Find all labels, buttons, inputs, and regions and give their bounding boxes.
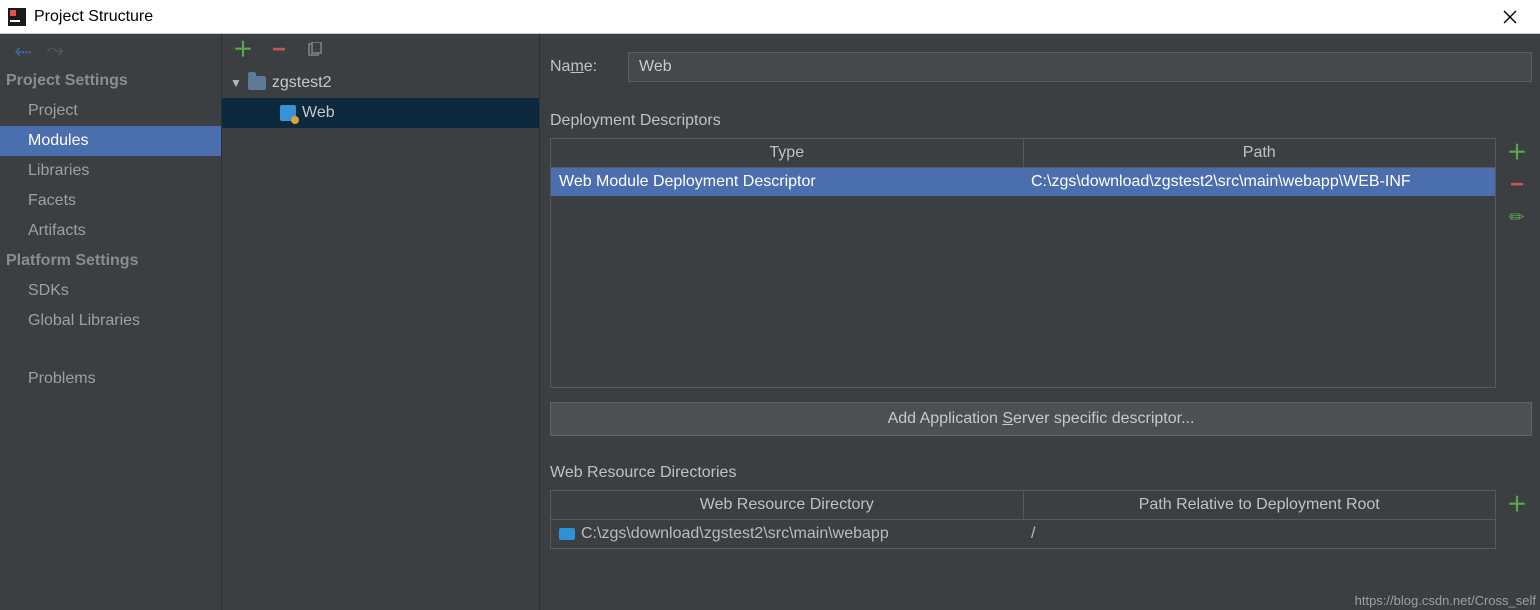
th-webres-path: Path Relative to Deployment Root: [1024, 491, 1496, 519]
webres-section-title: Web Resource Directories: [550, 464, 1532, 482]
deployment-area: Type Path Web Module Deployment Descript…: [550, 138, 1532, 388]
th-path: Path: [1024, 139, 1496, 167]
deployment-side-buttons: ＋ − ✎: [1502, 138, 1532, 388]
deployment-table[interactable]: Type Path Web Module Deployment Descript…: [550, 138, 1496, 388]
tree-toolbar: ＋ −: [222, 34, 539, 66]
th-webres-dir: Web Resource Directory: [551, 491, 1024, 519]
deployment-section-title: Deployment Descriptors: [550, 112, 1532, 130]
td-path: C:\zgs\download\zgstest2\src\main\webapp…: [1023, 168, 1495, 196]
title-bar: Project Structure: [0, 0, 1540, 34]
add-server-descriptor-button[interactable]: Add Application Server specific descript…: [550, 402, 1532, 436]
nav-item-libraries[interactable]: Libraries: [0, 156, 221, 186]
back-icon[interactable]: ⬸: [14, 41, 32, 59]
expand-icon[interactable]: ▼: [230, 76, 242, 90]
tree-panel: ＋ − ▼ zgstest2 Web: [222, 34, 540, 610]
name-row: Name:: [550, 52, 1532, 102]
td-webres-dir: C:\zgs\download\zgstest2\src\main\webapp: [551, 520, 1023, 548]
webres-table[interactable]: Web Resource Directory Path Relative to …: [550, 490, 1496, 549]
th-type: Type: [551, 139, 1024, 167]
nav-item-facets[interactable]: Facets: [0, 186, 221, 216]
tree-child-label: Web: [302, 104, 335, 122]
window-title: Project Structure: [34, 8, 153, 26]
main-area: ⬸ ⤳ Project Settings Project Modules Lib…: [0, 34, 1540, 610]
name-label: Name:: [550, 58, 610, 76]
folder-icon: [559, 528, 575, 540]
edit-descriptor-icon[interactable]: ✎: [1504, 204, 1529, 229]
close-icon[interactable]: [1488, 3, 1532, 31]
tree-root-row[interactable]: ▼ zgstest2: [222, 68, 539, 98]
nav-item-problems[interactable]: Problems: [0, 364, 221, 394]
remove-icon[interactable]: −: [270, 41, 288, 59]
web-facet-icon: [280, 105, 296, 121]
webres-table-header: Web Resource Directory Path Relative to …: [551, 491, 1495, 520]
webres-area: Web Resource Directory Path Relative to …: [550, 490, 1532, 549]
nav-group-project-settings: Project Settings: [0, 66, 221, 96]
folder-icon: [248, 76, 266, 90]
td-webres-path: /: [1023, 520, 1495, 548]
nav-item-artifacts[interactable]: Artifacts: [0, 216, 221, 246]
left-panel: ⬸ ⤳ Project Settings Project Modules Lib…: [0, 34, 222, 610]
td-type: Web Module Deployment Descriptor: [551, 168, 1023, 196]
watermark: https://blog.csdn.net/Cross_self: [1355, 593, 1536, 608]
table-row[interactable]: Web Module Deployment Descriptor C:\zgs\…: [551, 168, 1495, 196]
forward-icon[interactable]: ⤳: [46, 41, 64, 59]
tree-root-label: zgstest2: [272, 74, 332, 92]
nav-item-global-libraries[interactable]: Global Libraries: [0, 306, 221, 336]
copy-icon[interactable]: [306, 41, 324, 59]
nav-item-modules[interactable]: Modules: [0, 126, 221, 156]
nav-group-platform-settings: Platform Settings: [0, 246, 221, 276]
nav-item-sdks[interactable]: SDKs: [0, 276, 221, 306]
table-row[interactable]: C:\zgs\download\zgstest2\src\main\webapp…: [551, 520, 1495, 548]
remove-descriptor-icon[interactable]: −: [1508, 176, 1526, 194]
tree-child-row[interactable]: Web: [222, 98, 539, 128]
add-descriptor-icon[interactable]: ＋: [1508, 144, 1526, 162]
nav-item-project[interactable]: Project: [0, 96, 221, 126]
content-panel: Name: Deployment Descriptors Type Path W…: [540, 34, 1540, 610]
add-icon[interactable]: ＋: [234, 41, 252, 59]
module-tree: ▼ zgstest2 Web: [222, 66, 539, 128]
name-input[interactable]: [628, 52, 1532, 82]
webres-side-buttons: ＋: [1502, 490, 1532, 549]
add-webres-icon[interactable]: ＋: [1508, 496, 1526, 514]
deployment-table-header: Type Path: [551, 139, 1495, 168]
app-icon: [8, 8, 26, 26]
left-toolbar: ⬸ ⤳: [0, 34, 221, 66]
